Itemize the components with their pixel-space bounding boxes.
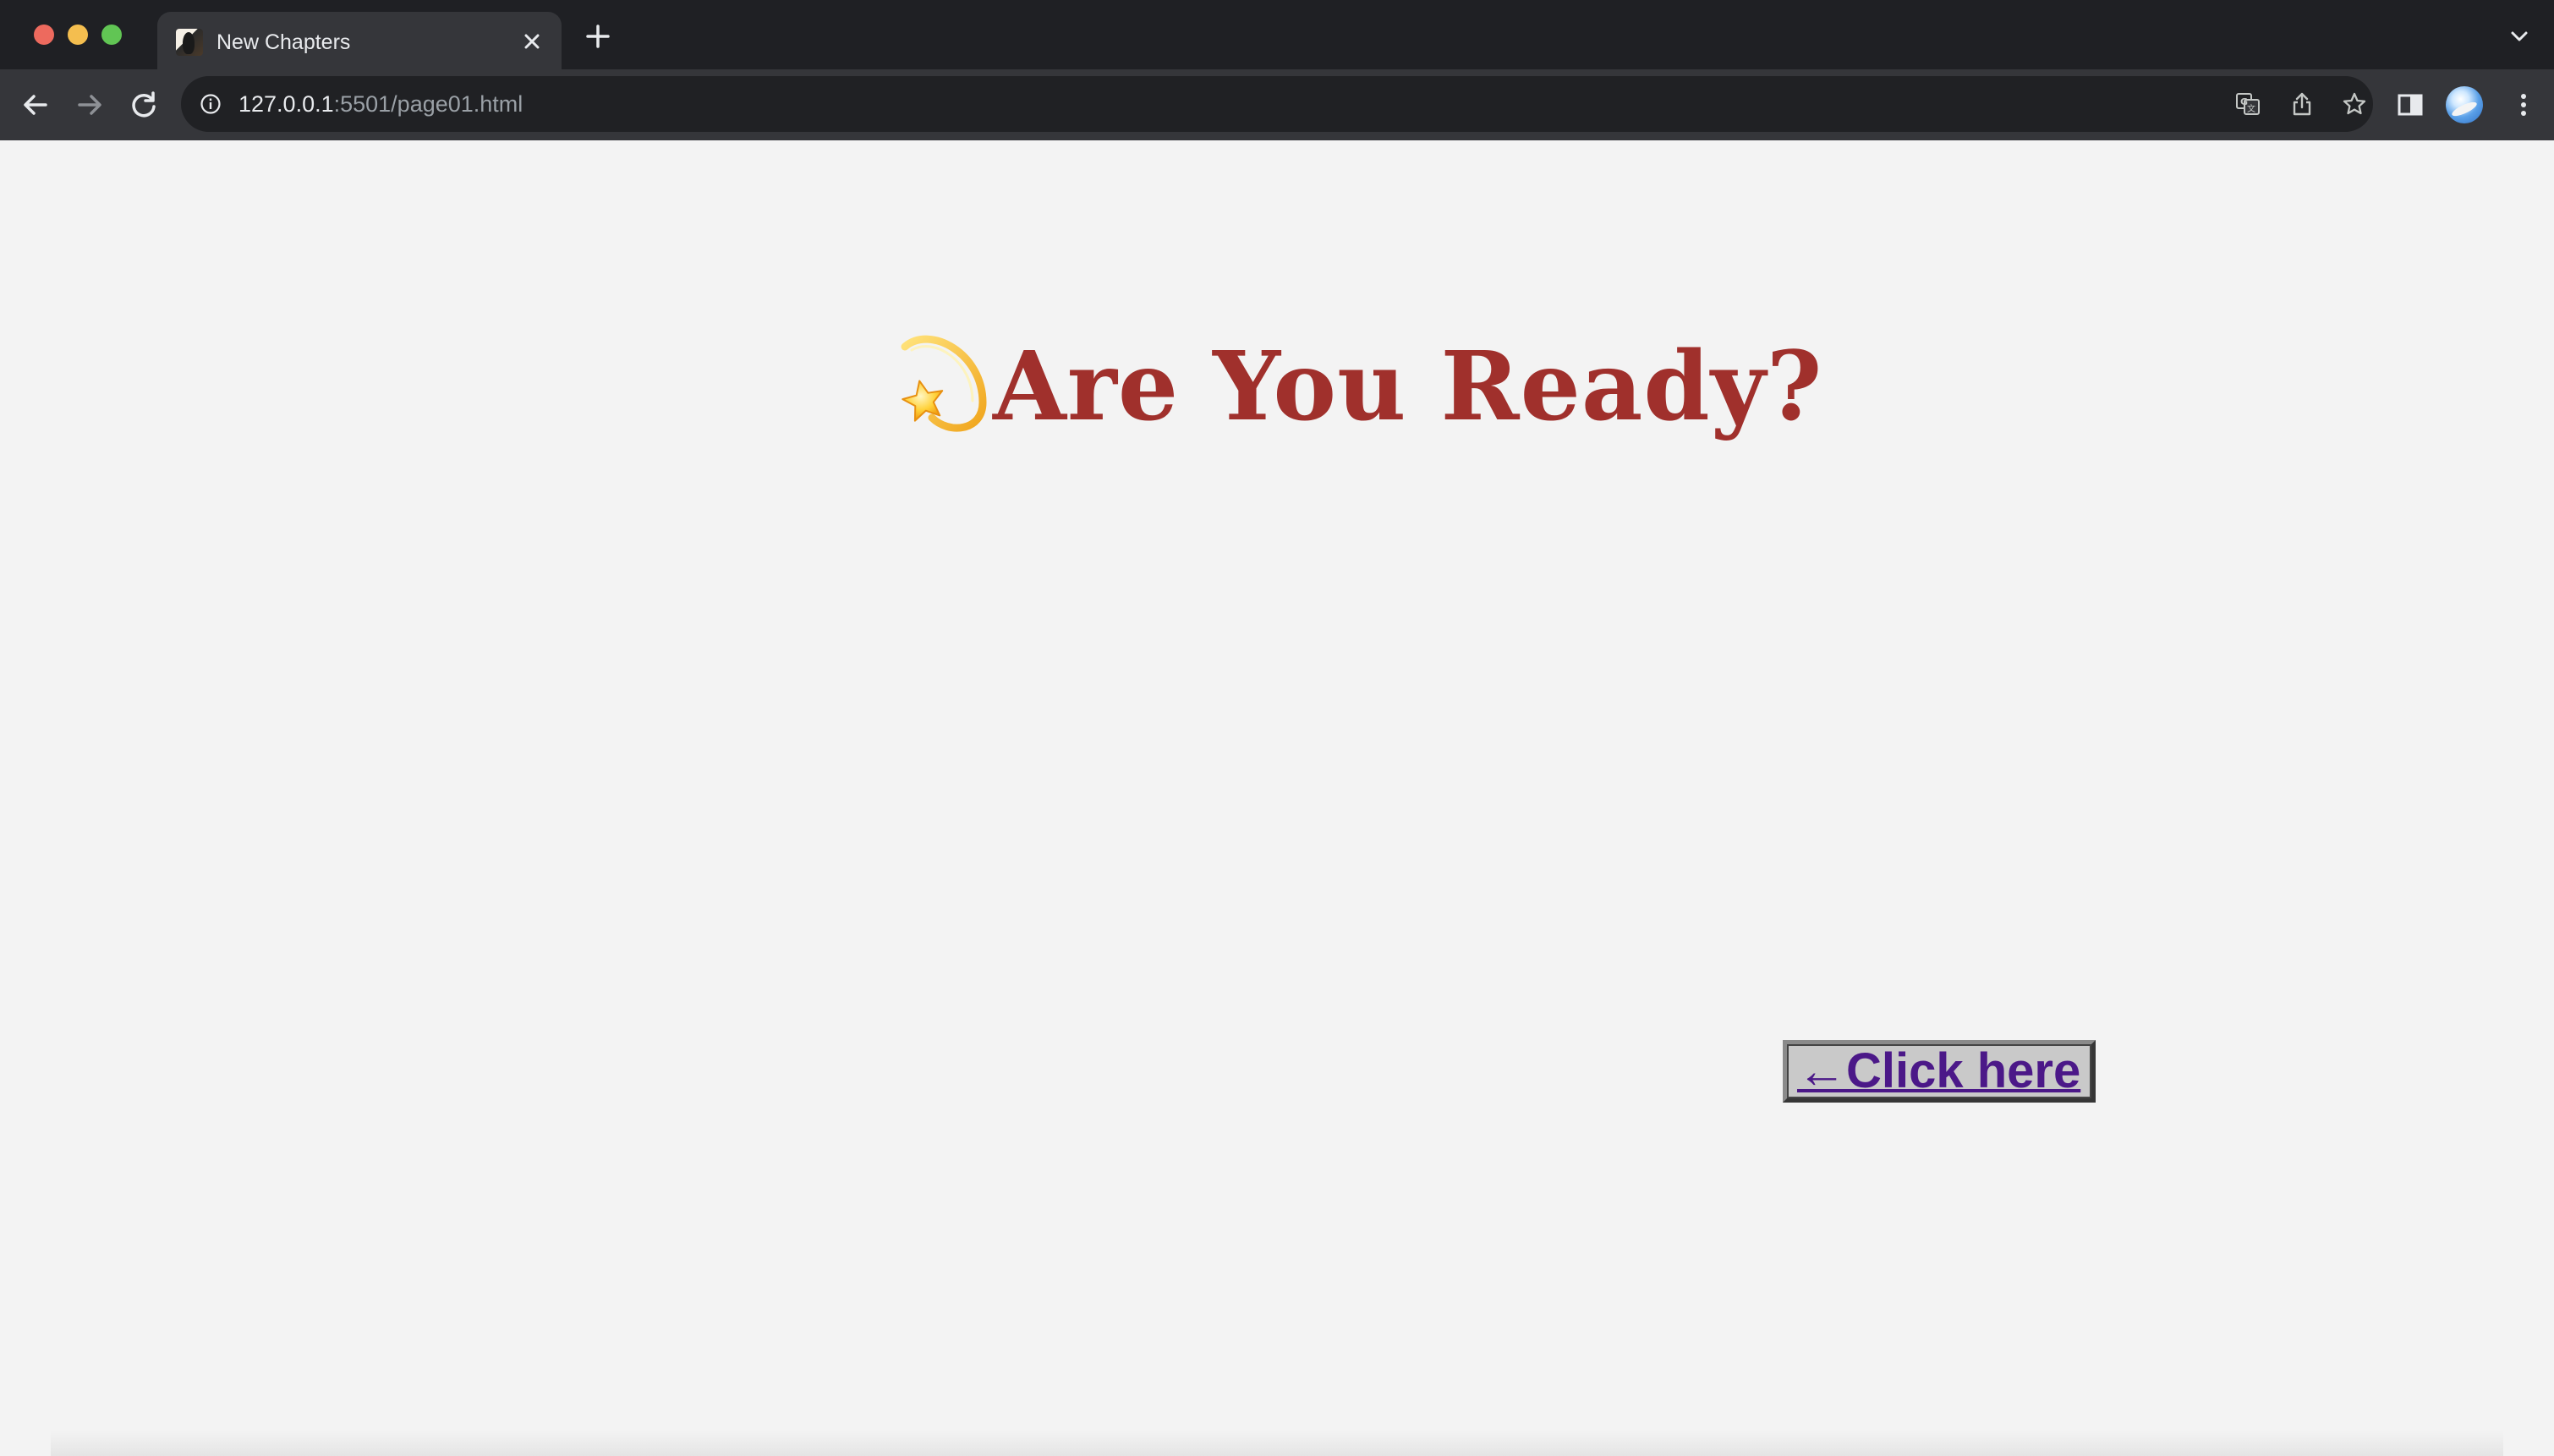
avatar[interactable] <box>2446 86 2483 123</box>
heading-text: Are You Ready? <box>993 331 1823 442</box>
side-panel-icon[interactable] <box>2393 88 2427 122</box>
page-content: Are You Ready? ←Click here <box>0 140 2554 1456</box>
address-bar[interactable]: 127.0.0.1:5501/page01.html G 文 <box>181 76 2373 132</box>
arrow-right-icon[interactable] <box>71 86 108 123</box>
share-icon[interactable] <box>2288 90 2316 118</box>
click-here-box[interactable]: ←Click here <box>1783 1040 2096 1103</box>
click-here-link[interactable]: ←Click here <box>1797 1046 2080 1097</box>
window-minimize-button[interactable] <box>68 25 88 45</box>
page-title: Are You Ready? <box>888 328 1822 446</box>
book-cover-icon <box>176 29 203 56</box>
url-host: 127.0.0.1 <box>238 91 334 117</box>
arrow-left-icon[interactable] <box>17 86 54 123</box>
url-text[interactable]: 127.0.0.1:5501/page01.html <box>238 90 523 118</box>
info-icon[interactable] <box>200 93 222 115</box>
url-path: :5501/page01.html <box>333 91 523 117</box>
bottom-shadow <box>51 1431 2503 1456</box>
browser-window: New Chapters 127.0.0.1:5501/page01.html … <box>0 0 2554 1456</box>
plus-icon[interactable] <box>584 22 612 51</box>
reload-icon[interactable] <box>125 86 162 123</box>
tab-title: New Chapters <box>216 30 351 54</box>
window-maximize-button[interactable] <box>101 25 122 45</box>
dizzy-star-icon <box>888 328 988 435</box>
svg-text:文: 文 <box>2247 103 2255 114</box>
kebab-menu-icon[interactable] <box>2507 88 2540 122</box>
tab-strip: New Chapters <box>0 0 2554 69</box>
translate-icon[interactable]: G 文 <box>2234 90 2261 118</box>
tab-new-chapters[interactable]: New Chapters <box>157 12 562 69</box>
close-icon[interactable] <box>518 27 546 56</box>
chevron-down-icon[interactable] <box>2508 25 2530 47</box>
browser-toolbar: 127.0.0.1:5501/page01.html G 文 <box>0 69 2554 140</box>
window-close-button[interactable] <box>34 25 54 45</box>
star-icon[interactable] <box>2341 90 2368 118</box>
